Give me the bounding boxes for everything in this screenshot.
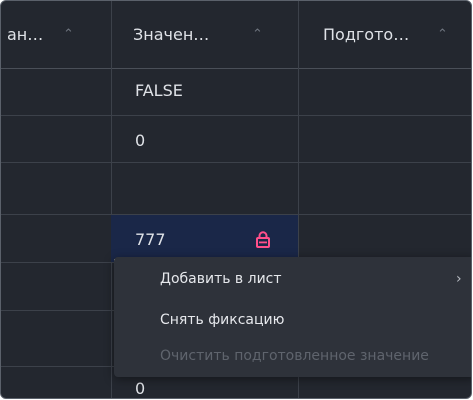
data-grid: ан… ⌃ Значен… ⌃ Подгото… ⌃ FALSE 0 777 0… — [0, 0, 472, 399]
chevron-right-icon: › — [456, 271, 462, 287]
table-cell-value[interactable]: 777 — [135, 230, 166, 249]
table-cell-value[interactable]: FALSE — [135, 81, 183, 100]
lock-icon[interactable] — [256, 231, 270, 248]
sort-icon[interactable]: ⌃ — [63, 27, 74, 42]
column-header-prepared[interactable]: Подгото… ⌃ — [299, 1, 471, 68]
sort-icon[interactable]: ⌃ — [252, 27, 263, 42]
menu-item-remove-fixation[interactable]: Снять фиксацию — [160, 312, 284, 328]
sort-icon[interactable]: ⌃ — [437, 27, 448, 42]
column-divider — [111, 1, 112, 398]
column-header-value[interactable]: Значен… ⌃ — [111, 1, 299, 68]
menu-item-add-to-sheet[interactable]: Добавить в лист — [160, 271, 282, 287]
row-divider — [1, 162, 471, 163]
table-cell-value[interactable]: 0 — [135, 379, 145, 398]
row-divider — [1, 115, 471, 116]
column-header-label: ан… — [7, 25, 44, 44]
context-menu: Добавить в лист › Снять фиксацию Очистит… — [114, 257, 471, 377]
column-header-name[interactable]: ан… ⌃ — [1, 1, 111, 68]
menu-item-clear-prepared-value: Очистить подготовленное значение — [160, 348, 429, 364]
table-header: ан… ⌃ Значен… ⌃ Подгото… ⌃ — [1, 1, 471, 69]
column-header-label: Подгото… — [323, 25, 410, 44]
table-cell-value[interactable]: 0 — [135, 131, 145, 150]
column-header-label: Значен… — [133, 25, 210, 44]
